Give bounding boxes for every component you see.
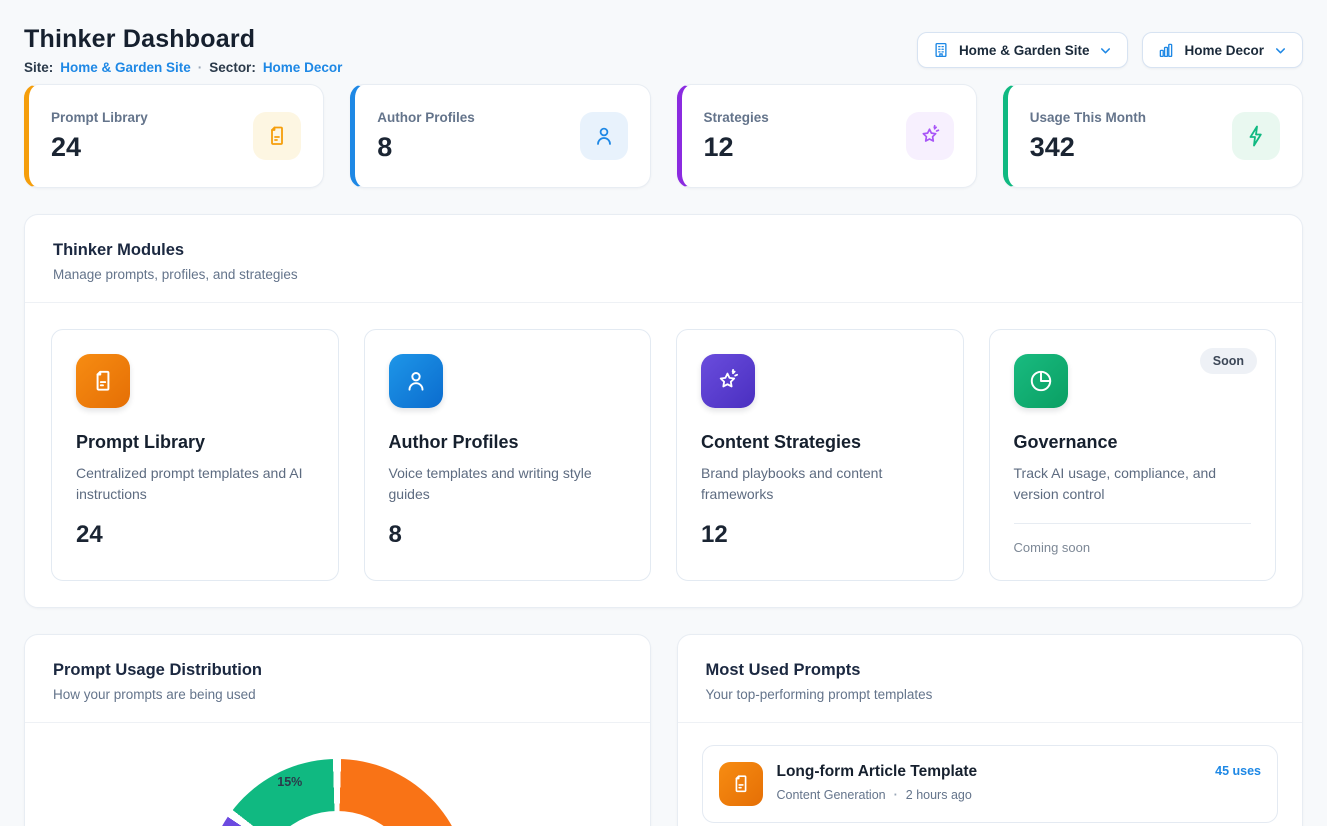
usage-panel-header: Prompt Usage Distribution How your promp… (25, 635, 650, 722)
prompt-list: Long-form Article Template Content Gener… (678, 723, 1303, 826)
stat-value: 8 (377, 132, 475, 163)
header-left: Thinker Dashboard Site: Home & Garden Si… (24, 24, 342, 75)
stat-card-strategies[interactable]: Strategies 12 (677, 84, 977, 188)
site-selector-dropdown[interactable]: Home & Garden Site (917, 32, 1129, 68)
usage-donut[interactable]: 15% (205, 759, 469, 826)
document-icon (253, 112, 301, 160)
module-description: Track AI usage, compliance, and version … (1014, 463, 1252, 505)
stat-value: 342 (1030, 132, 1146, 163)
stat-value: 12 (704, 132, 769, 163)
modules-panel-header: Thinker Modules Manage prompts, profiles… (25, 215, 1302, 302)
module-description: Brand playbooks and content frameworks (701, 463, 939, 505)
stat-label: Prompt Library (51, 110, 148, 125)
prompts-panel-title: Most Used Prompts (706, 661, 1275, 680)
module-title: Content Strategies (701, 432, 939, 453)
dashboard-page: Thinker Dashboard Site: Home & Garden Si… (0, 0, 1327, 826)
breadcrumb: Site: Home & Garden Site · Sector: Home … (24, 60, 342, 75)
divider (25, 722, 650, 723)
module-card-prompt-library[interactable]: Prompt Library Centralized prompt templa… (51, 329, 339, 581)
module-count: 8 (389, 521, 627, 549)
donut-slice-label: 15% (277, 775, 302, 789)
building-icon (932, 41, 950, 59)
stat-label: Usage This Month (1030, 110, 1146, 125)
site-label: Site: (24, 60, 53, 75)
document-icon (76, 354, 130, 408)
module-title: Governance (1014, 432, 1252, 453)
thinker-modules-panel: Thinker Modules Manage prompts, profiles… (24, 214, 1303, 608)
sector-selector-label: Home Decor (1184, 43, 1264, 58)
sector-selector-dropdown[interactable]: Home Decor (1142, 32, 1303, 68)
donut-hole (257, 811, 417, 826)
bottom-section: Prompt Usage Distribution How your promp… (24, 608, 1303, 826)
modules-grid: Prompt Library Centralized prompt templa… (25, 303, 1302, 607)
module-card-content-strategies[interactable]: Content Strategies Brand playbooks and c… (676, 329, 964, 581)
module-title: Author Profiles (389, 432, 627, 453)
modules-title: Thinker Modules (53, 241, 1274, 260)
prompts-panel-subtitle: Your top-performing prompt templates (706, 687, 1275, 702)
sector-link[interactable]: Home Decor (263, 60, 343, 75)
usage-panel-subtitle: How your prompts are being used (53, 687, 622, 702)
most-used-prompts-panel: Most Used Prompts Your top-performing pr… (677, 634, 1304, 826)
star-icon (906, 112, 954, 160)
stat-card-prompt-library[interactable]: Prompt Library 24 (24, 84, 324, 188)
sector-label: Sector: (209, 60, 256, 75)
module-description: Centralized prompt templates and AI inst… (76, 463, 314, 505)
module-description: Voice templates and writing style guides (389, 463, 627, 505)
star-icon (701, 354, 755, 408)
module-card-author-profiles[interactable]: Author Profiles Voice templates and writ… (364, 329, 652, 581)
prompt-uses-badge: 45 uses (1215, 764, 1261, 778)
page-header: Thinker Dashboard Site: Home & Garden Si… (24, 24, 1303, 75)
stats-row: Prompt Library 24 Author Profiles 8 (24, 84, 1303, 188)
pie-chart-icon (1014, 354, 1068, 408)
site-link[interactable]: Home & Garden Site (60, 60, 191, 75)
stat-card-author-profiles[interactable]: Author Profiles 8 (350, 84, 650, 188)
prompt-meta: Content Generation · 2 hours ago (777, 788, 1202, 802)
header-actions: Home & Garden Site Home Decor (917, 32, 1303, 68)
stat-label: Author Profiles (377, 110, 475, 125)
donut-chart-area: 15% (25, 759, 650, 826)
stat-value: 24 (51, 132, 148, 163)
prompts-panel-header: Most Used Prompts Your top-performing pr… (678, 635, 1303, 722)
chevron-down-icon (1273, 43, 1288, 58)
usage-panel-title: Prompt Usage Distribution (53, 661, 622, 680)
module-card-governance[interactable]: Soon Governance Track AI usage, complian… (989, 329, 1277, 581)
user-icon (580, 112, 628, 160)
module-count: 24 (76, 521, 314, 549)
page-title: Thinker Dashboard (24, 24, 342, 55)
bolt-icon (1232, 112, 1280, 160)
prompt-time: 2 hours ago (906, 788, 972, 802)
dot-separator: · (198, 60, 203, 75)
module-count: 12 (701, 521, 939, 549)
soon-badge: Soon (1200, 348, 1257, 374)
list-item-prompt[interactable]: Long-form Article Template Content Gener… (702, 745, 1279, 823)
prompt-title: Long-form Article Template (777, 763, 1202, 781)
document-icon (719, 762, 763, 806)
coming-soon-text: Coming soon (1014, 540, 1252, 555)
stat-card-usage[interactable]: Usage This Month 342 (1003, 84, 1303, 188)
divider (1014, 523, 1252, 524)
usage-distribution-panel: Prompt Usage Distribution How your promp… (24, 634, 651, 826)
module-title: Prompt Library (76, 432, 314, 453)
site-selector-label: Home & Garden Site (959, 43, 1090, 58)
user-icon (389, 354, 443, 408)
prompt-category: Content Generation (777, 788, 886, 802)
bar-chart-icon (1157, 41, 1175, 59)
chevron-down-icon (1098, 43, 1113, 58)
dot-separator: · (894, 788, 898, 802)
modules-subtitle: Manage prompts, profiles, and strategies (53, 267, 1274, 282)
stat-label: Strategies (704, 110, 769, 125)
